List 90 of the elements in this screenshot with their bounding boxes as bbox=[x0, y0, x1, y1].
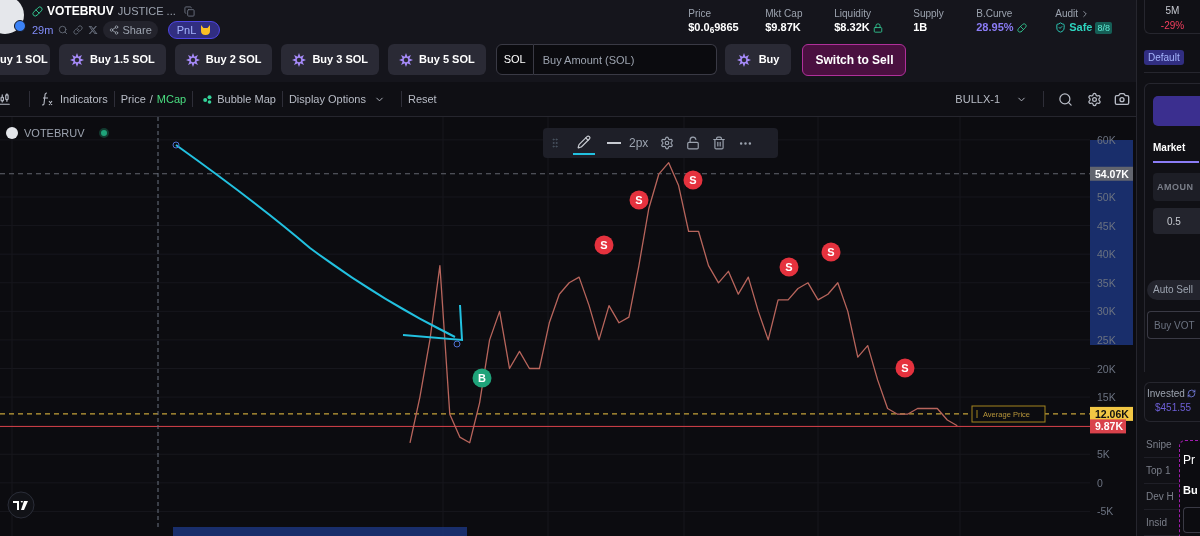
invested-value: $451.55 bbox=[1154, 401, 1193, 415]
market-tab[interactable]: Market bbox=[1153, 140, 1199, 163]
amount-label: AMOUN bbox=[1153, 173, 1200, 201]
chart-mode-toggle[interactable]: MCap bbox=[156, 90, 187, 108]
axis-label: 50K bbox=[1097, 191, 1116, 204]
quick-buy-button[interactable]: uy 1 SOL bbox=[0, 44, 50, 75]
price-tag: 12.06K bbox=[1090, 406, 1133, 421]
stat-value: 28.95% bbox=[976, 20, 1014, 35]
stat-label: Supply bbox=[913, 7, 945, 20]
stat-value: $0.0$_{6}$9865 bbox=[688, 20, 739, 35]
layout-selector[interactable]: BULLX-1 bbox=[955, 90, 1027, 108]
ref-line-label: 54.07K bbox=[1095, 167, 1130, 180]
refresh-icon[interactable] bbox=[1186, 389, 1196, 398]
stat-label: Mkt Cap bbox=[765, 7, 804, 20]
pencil-icon bbox=[577, 135, 591, 149]
axis-label: 25K bbox=[1097, 333, 1116, 346]
amount-field[interactable]: Buy Amount (SOL) bbox=[533, 44, 717, 75]
candlestick-icon[interactable] bbox=[0, 92, 11, 106]
stat-label: Price bbox=[688, 7, 713, 20]
amount-option[interactable]: 0.5 bbox=[1153, 208, 1200, 234]
auto-sell-toggle[interactable]: Auto Sell bbox=[1147, 280, 1200, 300]
share-button[interactable]: Share bbox=[103, 21, 158, 39]
pill-icon bbox=[32, 5, 43, 17]
link-icon[interactable] bbox=[73, 25, 84, 35]
audit-score: 8/8 bbox=[1095, 21, 1112, 34]
stat-label: Audit bbox=[1055, 7, 1079, 20]
buy-submit-button[interactable]: Buy VOT bbox=[1147, 311, 1200, 339]
reset-button[interactable]: Reset bbox=[407, 90, 437, 108]
axis-label: 5K bbox=[1097, 448, 1110, 461]
platform-badge bbox=[14, 20, 26, 32]
indicators-button[interactable]: Indicators bbox=[40, 90, 108, 108]
price-change: -29% bbox=[1160, 19, 1185, 33]
quick-buy-button[interactable]: Buy 1.5 SOL bbox=[59, 44, 166, 75]
camera-icon[interactable] bbox=[1114, 91, 1130, 107]
settings-icon[interactable] bbox=[1087, 91, 1102, 107]
popup-field[interactable] bbox=[1183, 506, 1200, 533]
lock-icon bbox=[872, 22, 883, 33]
axis-label: 15K bbox=[1097, 391, 1116, 404]
popup-subtitle: Bu bbox=[1183, 483, 1199, 498]
switch-to-sell-button[interactable]: Switch to Sell bbox=[802, 44, 907, 76]
axis-label: 40K bbox=[1097, 248, 1116, 261]
mode-separator: / bbox=[149, 91, 153, 107]
axis-label: 45K bbox=[1097, 219, 1116, 232]
token-name: JUSTICE ... bbox=[117, 3, 176, 19]
bubble-map-button[interactable]: Bubble Map bbox=[203, 90, 276, 108]
buy-button[interactable]: Buy bbox=[724, 44, 792, 75]
copy-icon[interactable] bbox=[183, 5, 195, 17]
chart-symbol: VOTEBRUV bbox=[24, 126, 85, 141]
grip-icon[interactable] bbox=[549, 137, 561, 149]
timeframe-card[interactable]: 5M -29% bbox=[1144, 0, 1200, 34]
invested-label: Invested bbox=[1147, 387, 1185, 400]
quick-buy-button[interactable]: Buy 5 SOL bbox=[388, 44, 486, 75]
stat-label: B.Curve bbox=[976, 7, 1014, 20]
stat-value: 1B bbox=[913, 20, 928, 35]
stat-value: $9.87K bbox=[765, 20, 801, 35]
unlock-icon[interactable] bbox=[686, 136, 701, 150]
bubbles-icon bbox=[203, 94, 213, 104]
pnl-button[interactable]: PnL bbox=[167, 21, 221, 39]
stat-value: $8.32K bbox=[834, 20, 870, 35]
x-icon[interactable] bbox=[88, 25, 99, 35]
settings-icon[interactable] bbox=[660, 136, 675, 150]
axis-label: 20K bbox=[1097, 362, 1116, 375]
axis-label: 35K bbox=[1097, 276, 1116, 289]
axis-label: -5K bbox=[1097, 505, 1114, 518]
display-options-button[interactable]: Display Options bbox=[288, 90, 385, 108]
unit-label: SOL bbox=[495, 44, 534, 75]
timeframe: 5M bbox=[1165, 4, 1180, 18]
search-icon[interactable] bbox=[1058, 91, 1073, 107]
price-tag: 9.87K bbox=[1090, 419, 1126, 434]
ref-line-label: 12.06K bbox=[1095, 407, 1130, 420]
shield-icon bbox=[1055, 22, 1067, 33]
audit-status: Safe bbox=[1069, 20, 1093, 35]
line-width-button[interactable]: 2px bbox=[607, 134, 649, 152]
stat-label: Liquidity bbox=[834, 7, 872, 20]
quick-buy-button[interactable]: Buy 3 SOL bbox=[281, 44, 380, 75]
quick-buy-button[interactable]: Buy 2 SOL bbox=[174, 44, 273, 75]
preset-tab[interactable]: Default bbox=[1144, 50, 1184, 65]
token-age: 29m bbox=[32, 22, 54, 38]
ref-line-label: 9.87K bbox=[1095, 420, 1124, 433]
function-icon bbox=[40, 92, 54, 106]
chart-mode-toggle[interactable]: Price bbox=[120, 90, 146, 108]
axis-label: 0 bbox=[1097, 476, 1103, 489]
axis-label: 60K bbox=[1097, 133, 1116, 146]
token-symbol: VOTEBRUV bbox=[47, 3, 114, 20]
cat-face-icon bbox=[200, 25, 212, 35]
pill-icon bbox=[1016, 22, 1027, 33]
delete-icon[interactable] bbox=[712, 136, 727, 150]
sparkle-icon bbox=[736, 52, 751, 67]
share-icon bbox=[109, 25, 120, 35]
axis-label: 30K bbox=[1097, 305, 1116, 318]
